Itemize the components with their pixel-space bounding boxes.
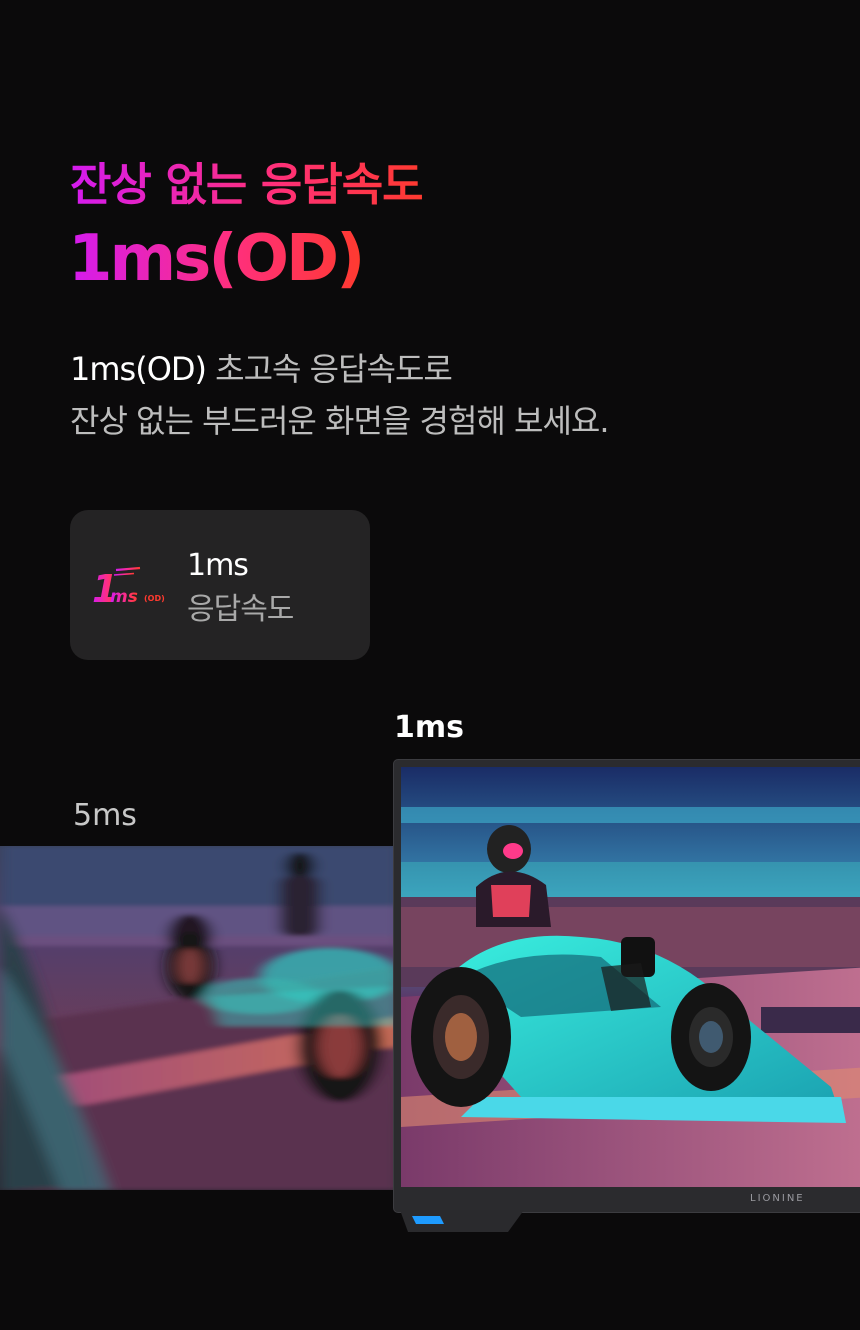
description-line1: 1ms(OD) 초고속 응답속도로 [70, 343, 609, 395]
monitor-stand [400, 1210, 524, 1232]
logo-suffix: (OD) [144, 594, 165, 603]
hero-title: 1ms(OD) [68, 222, 365, 296]
monitor-display: LIONINE [394, 760, 860, 1212]
blurred-race-illustration [0, 846, 400, 1190]
response-time-spec-card: 1 ms (OD) 1ms 응답속도 [70, 510, 370, 660]
description-line1-rest: 초고속 응답속도로 [206, 350, 453, 388]
description-line2: 잔상 없는 부드러운 화면을 경험해 보세요. [70, 402, 610, 440]
response-time-logo-icon: 1 ms (OD) [92, 566, 165, 611]
hero-subtitle: 잔상 없는 응답속도 [70, 148, 424, 213]
monitor-screen [401, 767, 860, 1187]
spec-label: 응답속도 [187, 592, 294, 627]
blurred-race-image [0, 846, 400, 1190]
description-highlight: 1ms(OD) [70, 350, 207, 388]
fast-response-label: 1ms [394, 710, 464, 745]
slow-response-label: 5ms [73, 798, 137, 833]
monitor-brand-logo: LIONINE [750, 1193, 805, 1204]
logo-unit: ms [110, 587, 138, 607]
speed-line-icon [115, 566, 141, 572]
feature-description: 1ms(OD) 초고속 응답속도로 잔상 없는 부드러운 화면을 경험해 보세요… [70, 343, 610, 447]
sharp-race-illustration [401, 767, 860, 1187]
spec-value: 1ms [187, 548, 249, 583]
